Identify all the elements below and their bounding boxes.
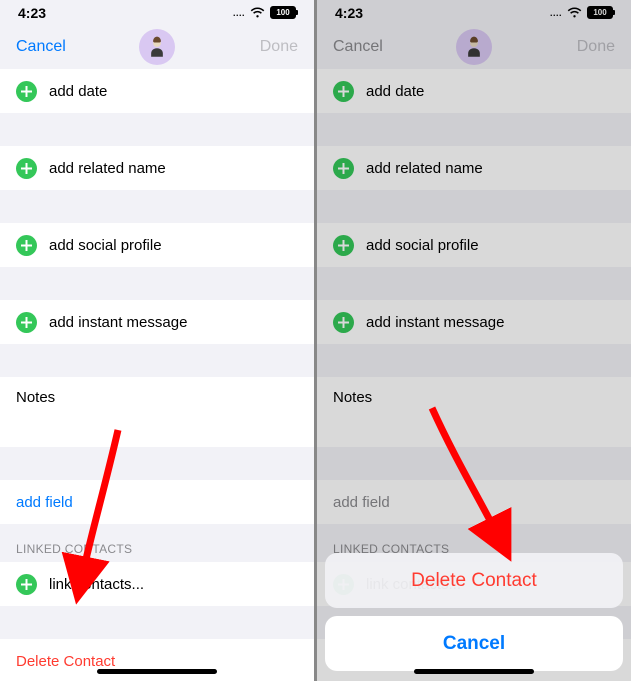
screenshot-right: 4:23 .... 100 Cancel Done add date: [317, 0, 631, 681]
contact-edit-list: add date add related name add social pro…: [0, 69, 314, 681]
add-social-profile-label: add social profile: [49, 237, 162, 254]
add-icon: [16, 312, 37, 333]
add-icon: [333, 312, 354, 333]
add-social-profile-row[interactable]: add social profile: [0, 223, 314, 267]
add-icon: [16, 235, 37, 256]
contact-avatar[interactable]: [139, 29, 175, 65]
delete-contact-label: Delete Contact: [16, 653, 115, 670]
battery-icon: 100: [270, 6, 296, 19]
battery-icon: 100: [587, 6, 613, 19]
add-social-profile-row: add social profile: [317, 223, 631, 267]
cancel-button[interactable]: Cancel: [333, 38, 383, 56]
add-field-label: add field: [16, 494, 73, 511]
add-date-row[interactable]: add date: [0, 69, 314, 113]
add-date-label: add date: [49, 83, 107, 100]
add-related-name-row: add related name: [317, 146, 631, 190]
action-sheet: Delete Contact Cancel: [325, 553, 623, 671]
linked-contacts-header: LINKED CONTACTS: [0, 524, 314, 562]
add-instant-message-row: add instant message: [317, 300, 631, 344]
done-button[interactable]: Done: [260, 38, 298, 56]
add-icon: [333, 235, 354, 256]
home-indicator: [97, 669, 217, 674]
nav-bar: Cancel Done: [317, 25, 631, 69]
add-related-name-label: add related name: [49, 160, 166, 177]
home-indicator: [414, 669, 534, 674]
add-icon: [16, 574, 37, 595]
add-date-row: add date: [317, 69, 631, 113]
wifi-icon: [250, 5, 265, 21]
status-bar: 4:23 .... 100: [317, 0, 631, 25]
notes-label: Notes: [333, 389, 372, 406]
notes-row: Notes: [317, 377, 631, 447]
add-instant-message-row[interactable]: add instant message: [0, 300, 314, 344]
add-icon: [333, 81, 354, 102]
cancel-button[interactable]: Cancel: [16, 38, 66, 56]
notes-row[interactable]: Notes: [0, 377, 314, 447]
add-date-label: add date: [366, 83, 424, 100]
add-instant-message-label: add instant message: [49, 314, 187, 331]
link-contacts-row[interactable]: link contacts...: [0, 562, 314, 606]
add-icon: [333, 158, 354, 179]
add-field-row[interactable]: add field: [0, 480, 314, 524]
add-field-row: add field: [317, 480, 631, 524]
status-time: 4:23: [18, 5, 46, 21]
sheet-delete-contact-button[interactable]: Delete Contact: [325, 553, 623, 608]
add-instant-message-label: add instant message: [366, 314, 504, 331]
sheet-cancel-button[interactable]: Cancel: [325, 616, 623, 671]
cellular-dots: ....: [233, 8, 245, 18]
add-icon: [16, 81, 37, 102]
add-social-profile-label: add social profile: [366, 237, 479, 254]
add-field-label: add field: [333, 494, 390, 511]
add-icon: [16, 158, 37, 179]
status-bar: 4:23 .... 100: [0, 0, 314, 25]
add-related-name-label: add related name: [366, 160, 483, 177]
nav-bar: Cancel Done: [0, 25, 314, 69]
notes-label: Notes: [16, 389, 55, 406]
add-related-name-row[interactable]: add related name: [0, 146, 314, 190]
screenshot-left: 4:23 .... 100 Cancel Done add date: [0, 0, 314, 681]
wifi-icon: [567, 5, 582, 21]
status-time: 4:23: [335, 5, 363, 21]
delete-contact-row[interactable]: Delete Contact: [0, 639, 314, 681]
link-contacts-label: link contacts...: [49, 576, 144, 593]
cellular-dots: ....: [550, 8, 562, 18]
done-button[interactable]: Done: [577, 38, 615, 56]
contact-avatar[interactable]: [456, 29, 492, 65]
